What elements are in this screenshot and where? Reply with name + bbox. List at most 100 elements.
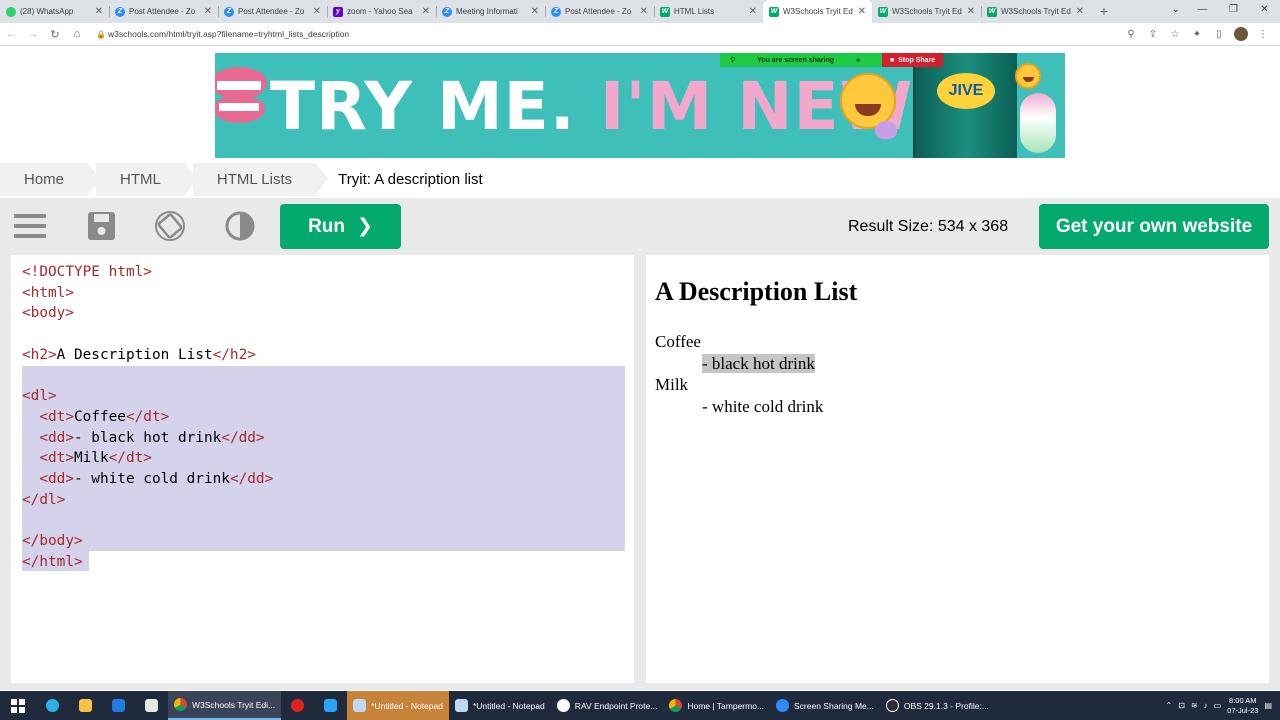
browser-tab[interactable]: Z Post Attendee - Zo ✕ [545, 0, 654, 23]
result-size-label: Result Size: 534 x 368 [848, 218, 1009, 235]
code-line: <h2>A Description List</h2> [22, 346, 256, 363]
volume-icon[interactable]: ♪ [1204, 701, 1208, 710]
mail-icon[interactable] [102, 691, 135, 720]
browser-tab[interactable]: Z Post Attendee - Zo ✕ [109, 0, 218, 23]
tab-close-icon[interactable]: ✕ [204, 6, 212, 17]
reload-icon[interactable]: ↻ [44, 28, 66, 41]
app-icon[interactable] [314, 691, 347, 720]
rotate-layout-icon[interactable] [152, 210, 188, 242]
forward-icon[interactable]: → [22, 28, 44, 40]
browser-tab-strip: (28) WhatsApp ✕ Z Post Attendee - Zo ✕ Z Post … [0, 0, 1280, 23]
minimize-icon[interactable]: — [1187, 0, 1218, 23]
code-line: </html> [22, 553, 83, 570]
bookmark-star-icon[interactable]: ☆ [1164, 29, 1186, 40]
result-dd-coffee: - black hot drink [702, 353, 815, 373]
w3schools-icon: W [987, 6, 997, 17]
home-icon[interactable]: ⌂ [66, 28, 88, 40]
notepad-icon [454, 699, 468, 712]
tab-close-icon[interactable]: ✕ [858, 6, 866, 17]
tab-close-icon[interactable]: ✕ [967, 6, 975, 17]
screen-share-status: ⚲ You are screen sharing ● [720, 53, 882, 67]
browser-tab[interactable]: W HTML Lists ✕ [654, 0, 763, 23]
tab-close-icon[interactable]: ✕ [640, 6, 648, 17]
tab-label: W3Schools Tryit Ed [783, 7, 853, 16]
wifi-icon[interactable]: ≋ [1191, 701, 1198, 710]
browser-tab[interactable]: Z Meeting Informati ✕ [436, 0, 545, 23]
store-icon[interactable] [135, 691, 168, 720]
code-line: <html> [22, 284, 74, 301]
tab-close-icon[interactable]: ✕ [313, 6, 321, 17]
window-controls: — ❐ ✕ [1187, 0, 1280, 23]
tab-close-icon[interactable]: ✕ [531, 6, 539, 17]
edge-icon[interactable] [36, 691, 69, 720]
result-description-list: Coffee - black hot drink Milk - white co… [655, 331, 823, 417]
tryit-toolbar: Run ❯ Result Size: 534 x 368 Get your ow… [0, 198, 1280, 255]
network-icon[interactable]: ⊡ [1178, 701, 1185, 710]
result-frame[interactable]: A Description List Coffee - black hot dr… [646, 255, 1269, 683]
taskbar-app-chrome[interactable]: W3Schools Tryit Edi... [168, 691, 282, 720]
taskbar-app-obs[interactable]: OBS 29.1.3 - Profile:... [880, 691, 995, 720]
back-icon[interactable]: ← [0, 28, 22, 40]
tab-close-icon[interactable]: ✕ [422, 6, 430, 17]
breadcrumb-html[interactable]: HTML [96, 163, 197, 196]
taskbar-app-notepad-2[interactable]: *Untitled - Notepad [449, 691, 551, 720]
menu-icon[interactable]: ⋮ [1252, 29, 1274, 40]
ad-banner[interactable]: TRY ME. I'M NEW! JIVE ⚲ You are screen s… [215, 53, 1065, 158]
zoom-icon: Z [115, 6, 125, 17]
close-window-icon[interactable]: ✕ [1249, 0, 1280, 23]
zoom-icon: Z [551, 6, 561, 17]
taskbar-app-zoom[interactable]: Screen Sharing Me... [770, 691, 880, 720]
code-line: <dt>Coffee</dt> [39, 408, 170, 425]
tab-label: Post Attendee - Zo [238, 7, 305, 16]
sidebar-icon[interactable]: ▯ [1208, 29, 1230, 40]
code-line: <dd>- black hot drink</dd> [39, 429, 265, 446]
browser-tab[interactable]: W W3Schools Tryit Ed ✕ [763, 0, 872, 23]
tab-close-icon[interactable]: ✕ [749, 6, 757, 17]
hamburger-menu-icon[interactable] [12, 210, 48, 242]
chattering-teeth-icon [215, 67, 267, 123]
get-your-own-website-button[interactable]: Get your own website [1039, 204, 1269, 249]
extensions-icon[interactable]: ✦ [1186, 29, 1208, 40]
run-button[interactable]: Run ❯ [280, 204, 401, 249]
battery-icon[interactable]: ▭ [1214, 701, 1222, 710]
tab-search-icon[interactable]: ⌄ [1172, 0, 1180, 23]
breadcrumb-home[interactable]: Home [0, 163, 101, 196]
browser-tab[interactable]: y zoom - Yahoo Sea ✕ [327, 0, 436, 23]
tab-close-icon[interactable]: ✕ [95, 6, 103, 17]
file-explorer-icon[interactable] [69, 691, 102, 720]
code-line: <!DOCTYPE html> [22, 264, 152, 280]
browser-toolbar: ← → ↻ ⌂ 🔒 w3schools.com/html/tryit.asp?f… [0, 23, 1280, 46]
pin-icon[interactable]: ⚲ [730, 56, 735, 64]
code-text[interactable]: <!DOCTYPE html> <html> <body> <h2>A Descrip… [22, 262, 273, 572]
profile-avatar[interactable] [1234, 27, 1248, 41]
new-tab-button[interactable]: + [1094, 0, 1114, 23]
taskbar-app-rav[interactable]: RAV Endpoint Prote... [551, 691, 664, 720]
zoom-icon [776, 699, 790, 712]
browser-tab[interactable]: Z Post Attendee - Zo ✕ [218, 0, 327, 23]
lock-icon[interactable]: 🔒 [96, 30, 108, 39]
restore-icon[interactable]: ❐ [1218, 0, 1249, 23]
tab-label: Post Attendee - Zo [565, 7, 632, 16]
breadcrumb-html-lists[interactable]: HTML Lists [192, 163, 329, 196]
dark-mode-icon[interactable] [222, 210, 258, 242]
clock[interactable]: 8:00 AM 07-Jul-23 [1227, 696, 1258, 716]
address-bar[interactable]: 🔒 w3schools.com/html/tryit.asp?filename=… [96, 25, 1120, 43]
shield-icon: ● [856, 56, 861, 64]
windows-start-icon[interactable] [0, 698, 36, 713]
opera-icon[interactable] [281, 691, 314, 720]
browser-tab[interactable]: W W3Schools Tryit Ed ✕ [981, 0, 1090, 23]
notifications-icon[interactable]: ▤ [1264, 701, 1272, 710]
chrome-icon [174, 698, 187, 711]
browser-tab[interactable]: (28) WhatsApp ✕ [0, 0, 109, 23]
browser-tab[interactable]: W W3Schools Tryit Ed ✕ [872, 0, 981, 23]
share-icon[interactable]: ⇪ [1142, 29, 1164, 40]
taskbar-app-tampermonkey[interactable]: Home | Tampermo... [663, 691, 770, 720]
taskbar-app-notepad-1[interactable]: *Untitled - Notepad [347, 691, 449, 720]
zoom-icon[interactable]: ⚲ [1120, 29, 1142, 40]
save-icon[interactable] [84, 210, 120, 242]
url-text: w3schools.com/html/tryit.asp?filename=tr… [108, 29, 350, 39]
tab-close-icon[interactable]: ✕ [1076, 6, 1084, 17]
stop-share-button[interactable]: ■ Stop Share [882, 53, 944, 67]
tray-chevron-icon[interactable]: ⌃ [1165, 701, 1172, 710]
